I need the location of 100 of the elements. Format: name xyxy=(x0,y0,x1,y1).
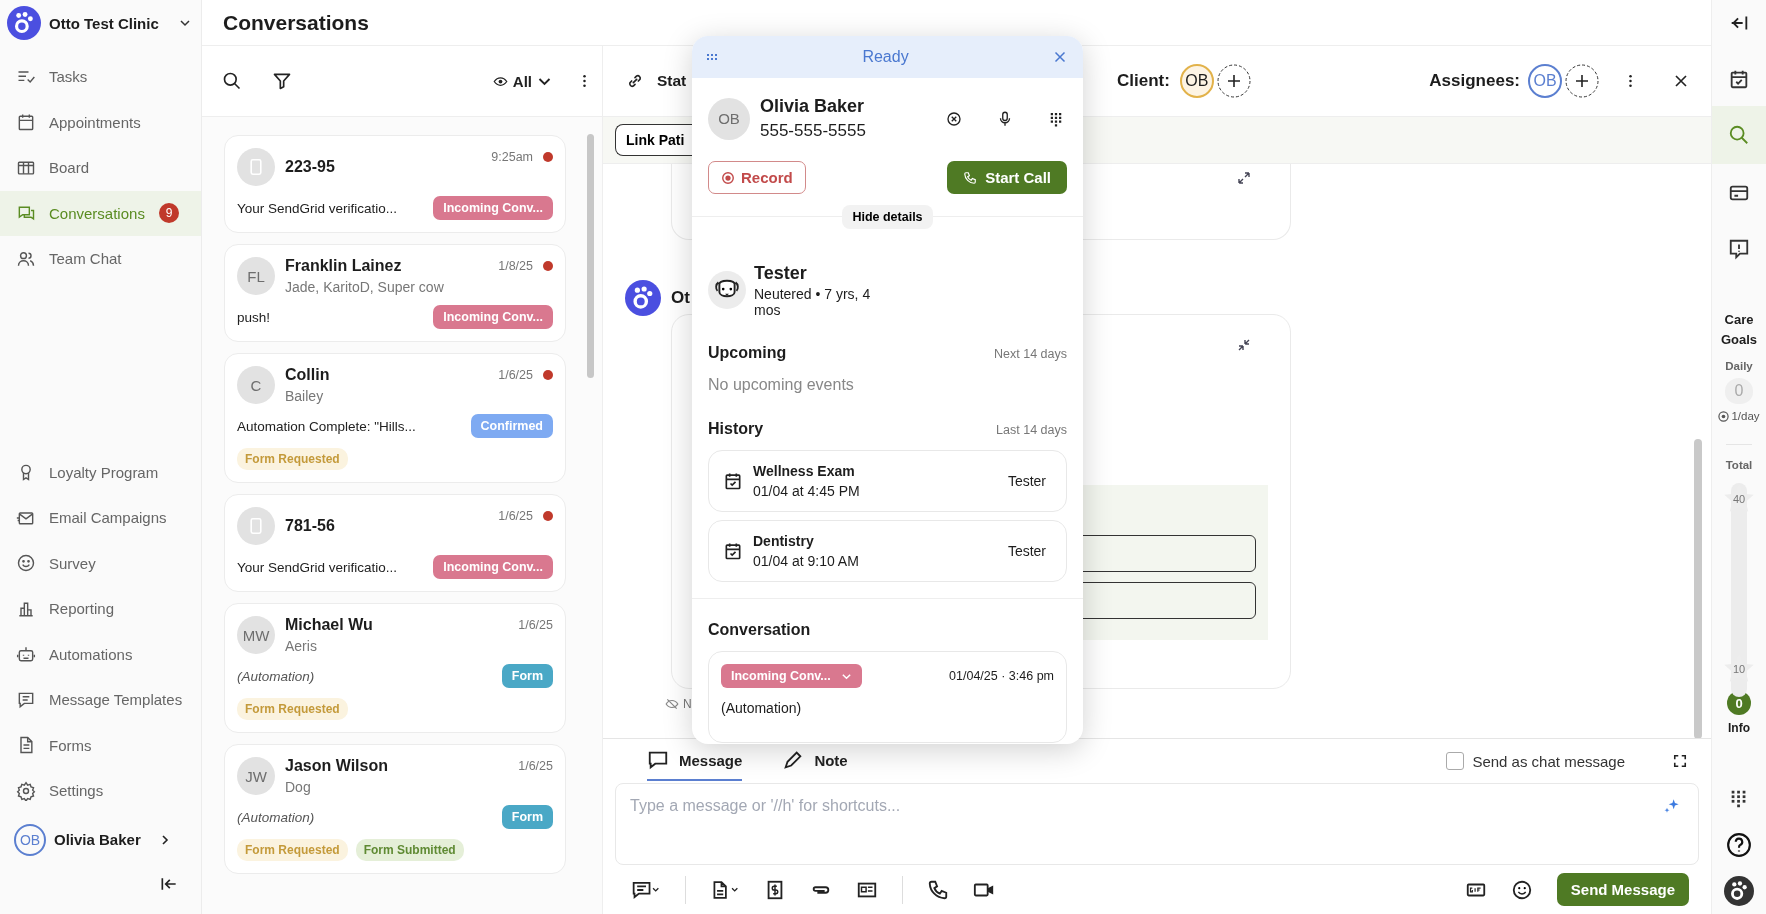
contact-avatar: JW xyxy=(237,757,275,795)
milestone-value: 10 xyxy=(1731,663,1747,676)
conversation-card[interactable]: 223-95 9:25am Your SendGrid verificatio... Incoming Conv... xyxy=(224,135,566,233)
page-title: Conversations xyxy=(223,10,369,35)
sender-name: Ot xyxy=(671,288,690,308)
scrollbar[interactable] xyxy=(1694,439,1702,738)
nav-item[interactable]: Email Campaigns xyxy=(0,495,201,541)
timestamp: 01/04/25 · 3:46 pm xyxy=(949,669,1054,684)
fullscreen-icon[interactable] xyxy=(1673,754,1687,768)
emoji-icon[interactable] xyxy=(1510,878,1533,901)
more-icon[interactable] xyxy=(1628,73,1633,89)
help-icon[interactable] xyxy=(1726,832,1752,858)
client-avatar[interactable]: OB xyxy=(1179,64,1214,98)
hangup-icon[interactable] xyxy=(945,109,963,128)
message-preview: (Automation) xyxy=(237,809,315,825)
paw-logo-icon xyxy=(625,280,661,316)
alert-message-icon[interactable] xyxy=(1728,238,1750,260)
nav-item[interactable]: Board xyxy=(0,145,201,191)
nav-item[interactable]: Forms xyxy=(0,722,201,768)
checkbox-label: Send as chat message xyxy=(1472,752,1625,770)
paw-logo-icon xyxy=(7,6,41,40)
conversation-card[interactable]: C Collin Bailey 1/6/25 Automation Complete: "Hills... Confirmed Form Requested xyxy=(224,353,566,483)
appointment-title: Wellness Exam xyxy=(753,463,856,480)
contact-avatar: FL xyxy=(237,257,275,295)
add-assignee-icon[interactable] xyxy=(1564,63,1600,99)
checkbox[interactable] xyxy=(1446,752,1465,770)
timestamp: 1/6/25 xyxy=(518,618,553,632)
timestamp: 1/8/25 xyxy=(498,259,533,273)
nav-item[interactable]: Settings xyxy=(0,768,201,814)
user-avatar: OB xyxy=(14,823,46,856)
chevron-down-icon[interactable] xyxy=(179,17,191,29)
nav-item[interactable]: Tasks xyxy=(0,54,201,100)
status-dropdown[interactable]: Incoming Conv... xyxy=(721,664,862,689)
search-tab[interactable] xyxy=(1712,106,1766,164)
timestamp: 1/6/25 xyxy=(498,509,533,523)
info-tab[interactable]: Info xyxy=(1728,721,1750,736)
contact-name: Jason Wilson xyxy=(285,757,389,775)
daily-count: 0 xyxy=(1725,378,1753,405)
start-call-button[interactable]: Start Call xyxy=(947,161,1067,194)
appointment-card[interactable]: Wellness Exam 01/04 at 4:45 PM Tester xyxy=(708,450,1067,513)
assignee-avatar[interactable]: OB xyxy=(1528,64,1562,98)
contact-name: Collin xyxy=(285,366,331,384)
record-icon xyxy=(721,170,735,185)
hide-details-button[interactable]: Hide details xyxy=(842,205,933,229)
pet-details: Neutered • 7 yrs, 4 mos xyxy=(754,286,872,319)
hidden-icon xyxy=(665,697,679,711)
form-chip: Form Requested xyxy=(237,698,348,720)
pet-name: Tester xyxy=(754,263,808,284)
send-message-button[interactable]: Send Message xyxy=(1556,873,1689,906)
message-preview: push! xyxy=(237,309,271,325)
user-menu[interactable]: OB Olivia Baker xyxy=(0,817,201,862)
add-client-icon[interactable] xyxy=(1215,63,1252,99)
settings-icon xyxy=(16,780,36,801)
search-icon[interactable] xyxy=(222,71,242,91)
filter-icon[interactable] xyxy=(272,71,292,91)
contact-avatar xyxy=(237,148,275,186)
nav-item[interactable]: Reporting xyxy=(0,586,201,632)
conversation-card[interactable]: 781-56 1/6/25 Your SendGrid verificatio... Incoming Conv... xyxy=(224,494,566,592)
expand-icon[interactable] xyxy=(1236,170,1252,186)
conversation-card[interactable]: FL Franklin Lainez Jade, KaritoD, Super cow 1/8/25 push! Incoming Conv... xyxy=(224,244,566,342)
nav-item[interactable]: Automations xyxy=(0,631,201,677)
nav-item[interactable]: Conversations 9 xyxy=(0,190,201,236)
smiley-icon xyxy=(16,553,36,574)
record-button[interactable]: Record xyxy=(708,161,806,194)
appointment-time: 01/04 at 4:45 PM xyxy=(753,483,861,500)
date-range: Last 14 days xyxy=(996,423,1067,438)
nav-item[interactable]: Survey xyxy=(0,540,201,586)
patient-names: Jade, KaritoD, Super cow xyxy=(285,279,445,295)
nav-item[interactable]: Team Chat xyxy=(0,236,201,282)
phone-number: 555-555-5555 xyxy=(760,121,866,141)
status-tag: Confirmed xyxy=(470,414,553,438)
phone-icon[interactable] xyxy=(927,878,949,901)
view-filter-dropdown[interactable]: All xyxy=(492,72,552,90)
nav-item[interactable]: Appointments xyxy=(0,99,201,145)
unread-badge: 9 xyxy=(159,203,179,224)
conversation-card[interactable]: JW Jason Wilson Dog 1/6/25 (Automation) Form Form Requested Form Submitted xyxy=(224,744,566,874)
visibility-note: N xyxy=(683,697,692,711)
link-patient-button[interactable]: Link Pati xyxy=(615,124,693,156)
timestamp: 1/6/25 xyxy=(518,759,553,773)
nav-item[interactable]: Loyalty Program xyxy=(0,449,201,495)
calendar-check-icon xyxy=(723,541,743,562)
scrollbar[interactable] xyxy=(587,134,594,378)
patient-name: Tester xyxy=(1007,543,1046,560)
more-icon[interactable] xyxy=(582,73,587,89)
calendar-check-icon[interactable] xyxy=(1728,68,1750,90)
form-chip: Form Submitted xyxy=(355,839,464,861)
paw-logo-icon[interactable] xyxy=(1724,876,1754,906)
message-input[interactable]: Type a message or '//h' for shortcuts... xyxy=(628,796,1662,816)
clinic-name: Otto Test Clinic xyxy=(49,14,159,32)
nav-item[interactable]: Message Templates xyxy=(0,677,201,723)
conversation-card[interactable]: Incoming Conv... 01/04/25 · 3:46 pm (Automation) xyxy=(708,651,1067,744)
patient-names: Dog xyxy=(285,779,312,795)
care-goals-title: Care Goals xyxy=(1719,311,1759,350)
client-label: Client: xyxy=(1117,71,1170,91)
composer-tab[interactable]: Note xyxy=(782,741,848,781)
appointment-card[interactable]: Dentistry 01/04 at 9:10 AM Tester xyxy=(708,520,1067,583)
empty-message: No upcoming events xyxy=(707,375,855,395)
drag-handle-icon[interactable] xyxy=(706,52,720,62)
collapse-icon[interactable] xyxy=(1236,337,1252,353)
appointment-title: Dentistry xyxy=(753,533,815,550)
